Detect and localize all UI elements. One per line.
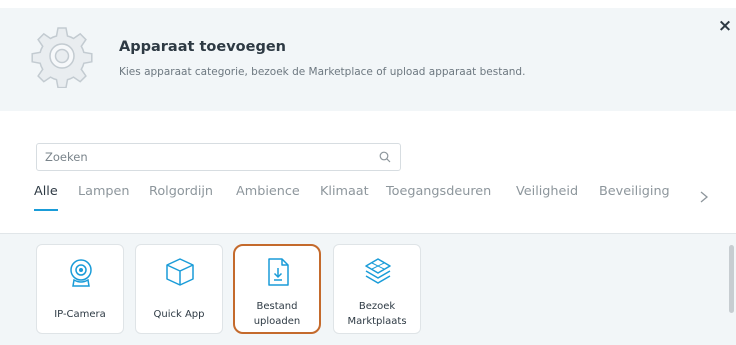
device-card-ip-camera[interactable]: IP-Camera <box>36 244 124 334</box>
device-card-label: Bezoek Marktplaats <box>347 301 407 327</box>
tab-ambience[interactable]: Ambience <box>236 184 300 210</box>
search-box <box>36 143 401 171</box>
dialog-title: Apparaat toevoegen <box>119 39 286 55</box>
device-card-upload-file[interactable]: Bestand uploaden <box>233 244 321 334</box>
ip-camera-icon <box>70 259 92 287</box>
tab-toegangsdeuren[interactable]: Toegangsdeuren <box>386 184 491 210</box>
gear-icon <box>31 27 93 88</box>
tab-beveiliging[interactable]: Beveiliging <box>599 184 670 210</box>
tab-lampen[interactable]: Lampen <box>78 184 130 210</box>
close-icon[interactable]: × <box>717 18 733 35</box>
device-gallery: IP-Camera Quick App Bestand uploaden Bez… <box>0 234 736 345</box>
chevron-right-icon[interactable] <box>698 190 710 204</box>
gallery-scrollbar[interactable] <box>729 245 734 313</box>
device-card-label: Quick App <box>153 308 205 320</box>
search-icon[interactable] <box>379 151 391 163</box>
device-card-label: IP-Camera <box>54 308 106 320</box>
add-device-dialog: Apparaat toevoegen Kies apparaat categor… <box>0 0 736 345</box>
layers-icon <box>365 258 391 284</box>
file-upload-icon <box>268 258 289 286</box>
device-card-quick-app[interactable]: Quick App <box>135 244 223 334</box>
cube-icon <box>166 258 194 286</box>
device-card-marketplace[interactable]: Bezoek Marktplaats <box>333 244 421 334</box>
search-input[interactable] <box>37 144 367 170</box>
tab-klimaat[interactable]: Klimaat <box>320 184 369 210</box>
tab-rolgordijn[interactable]: Rolgordijn <box>149 184 213 210</box>
dialog-subtitle: Kies apparaat categorie, bezoek de Marke… <box>119 66 526 78</box>
tab-veiligheid[interactable]: Veiligheid <box>516 184 578 210</box>
dialog-header: Apparaat toevoegen Kies apparaat categor… <box>0 8 736 111</box>
device-card-label: Bestand uploaden <box>253 301 301 327</box>
tab-alle[interactable]: Alle <box>34 184 58 211</box>
